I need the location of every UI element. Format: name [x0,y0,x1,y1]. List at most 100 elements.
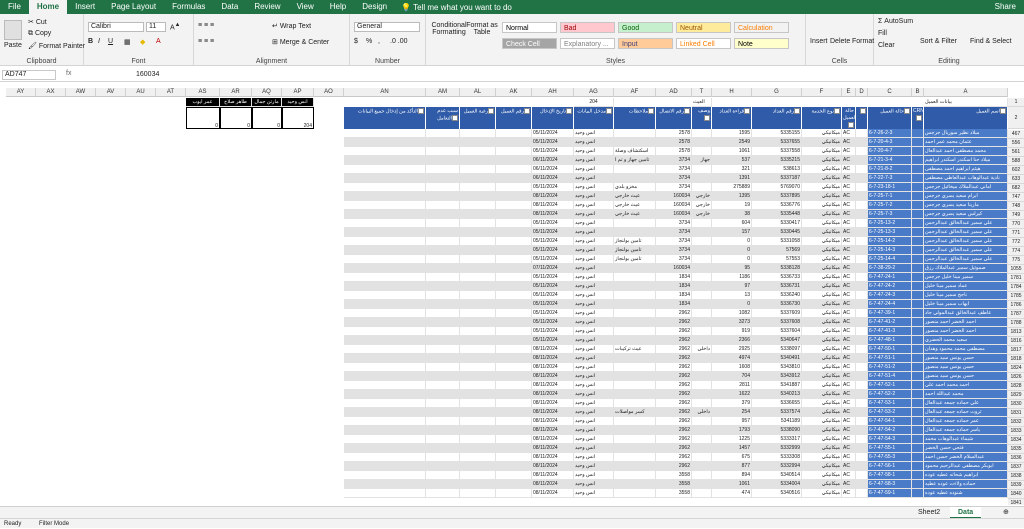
cell-AH-r35[interactable]: 08/11/2024 [532,444,574,453]
cell-AH-r7[interactable]: 08/11/2024 [532,192,574,201]
cell-AD-r22[interactable]: 2962 [656,327,692,336]
cell-AF-r8[interactable]: عيث خارجي [614,201,656,210]
cell-AL-r17[interactable] [460,282,496,291]
cell-A-r27[interactable]: حسن يونس سيد منصور [924,372,1008,381]
cell-H-r8[interactable]: 19 [712,201,752,210]
cell-D-r34[interactable] [856,435,868,444]
cell-AL-r34[interactable] [460,435,496,444]
cell-D-r14[interactable] [856,255,868,264]
borders-icon[interactable]: ▦ [124,38,131,46]
cell-AK-r23[interactable] [496,336,532,345]
cell-AK-r29[interactable] [496,390,532,399]
cell-AF-r36[interactable] [614,453,656,462]
cell-AG-r9[interactable]: انس وحيد [574,210,614,219]
cell-AL-r11[interactable] [460,228,496,237]
cell-AL-r38[interactable] [460,471,496,480]
row-header-774[interactable]: 774 [1008,247,1024,256]
cell-AK-r5[interactable] [496,174,532,183]
cell-C-r8[interactable]: 6-7-25-7-2 [868,201,912,210]
cell-A-r16[interactable]: سمير مينا خليل جرجس [924,273,1008,282]
cell-AF-r37[interactable] [614,462,656,471]
summary-value-AR[interactable]: 0 [220,107,252,129]
cell-E-r17[interactable]: AC [842,282,856,291]
cell-AG-r35[interactable]: انس وحيد [574,444,614,453]
tab-page-layout[interactable]: Page Layout [103,0,164,14]
cell-T-r9[interactable]: خارجي [692,210,712,219]
cell-AN-r24[interactable] [344,345,426,354]
row-header-771[interactable]: 771 [1008,229,1024,238]
cell-B-r32[interactable] [912,417,924,426]
cell-G-r33[interactable]: 5338090 [752,426,802,435]
cell-AH-r3[interactable]: 06/11/2024 [532,156,574,165]
style-note[interactable]: Note [734,38,789,49]
col-header-AD[interactable]: AD [656,88,692,97]
cell-G-r13[interactable]: 57569 [752,246,802,255]
cell-AH-r4[interactable]: 06/11/2024 [532,165,574,174]
cell-C-r7[interactable]: 6-7-25-7-1 [868,192,912,201]
cell-B-r17[interactable] [912,282,924,291]
cell-T-r31[interactable]: داخلي [692,408,712,417]
cell-A-r13[interactable]: علي سمير عبدالخالق عبدالرحمن [924,246,1008,255]
cell-T-r8[interactable]: خارجي [692,201,712,210]
cell-A-r25[interactable]: حسن يونس سيد منصور [924,354,1008,363]
cell-H-r18[interactable]: 13 [712,291,752,300]
cell-AH-r18[interactable]: 05/11/2024 [532,291,574,300]
cell-C-r28[interactable]: 6-7-47-52-1 [868,381,912,390]
cell-AG-r10[interactable]: انس وحيد [574,219,614,228]
col-header-B[interactable]: B [912,88,924,97]
cell-D-r18[interactable] [856,291,868,300]
cell-A-r34[interactable]: شيماء عبدالوهاب محمد [924,435,1008,444]
cell-AL-r7[interactable] [460,192,496,201]
cell-B-r23[interactable] [912,336,924,345]
cell-D-r11[interactable] [856,228,868,237]
header-AL[interactable]: رغبة العميل [460,107,495,129]
cell-AM-r33[interactable] [426,426,460,435]
cell-G-r20[interactable]: 5337609 [752,309,802,318]
cell-AM-r19[interactable] [426,300,460,309]
cell-AH-r0[interactable]: 05/11/2024 [532,129,574,138]
cell-H-r16[interactable]: 1186 [712,273,752,282]
filter-icon[interactable] [648,108,654,114]
cell-AF-r11[interactable] [614,228,656,237]
cell-T-r24[interactable]: داخلي [692,345,712,354]
cell-AM-r28[interactable] [426,381,460,390]
cell-T-r11[interactable] [692,228,712,237]
cell-B-r37[interactable] [912,462,924,471]
cell-AF-r6[interactable]: مخزو بلدي [614,183,656,192]
row-header-1816[interactable]: 1816 [1008,337,1024,346]
cell-C-r3[interactable]: 6-7-21-3-4 [868,156,912,165]
cell-B-r3[interactable] [912,156,924,165]
cell-C-r22[interactable]: 6-7-47-41-3 [868,327,912,336]
row-header-748[interactable]: 748 [1008,202,1024,211]
cell-B-r1[interactable] [912,138,924,147]
cell-AH-r25[interactable]: 08/11/2024 [532,354,574,363]
cell-F-r29[interactable]: ميكانيكي [802,390,842,399]
col-header-F[interactable]: F [802,88,842,97]
cell-F-r19[interactable]: ميكانيكي [802,300,842,309]
cell-A-r19[interactable]: ايهاب سمير مينا خليل [924,300,1008,309]
filter-icon[interactable] [606,108,612,114]
cell-G-r3[interactable]: 5335215 [752,156,802,165]
cell-G-r21[interactable]: 5337608 [752,318,802,327]
cell-B-r28[interactable] [912,381,924,390]
worksheet-grid[interactable]: A B C D E F G H T AD AF AG AH AK AL AM AN AO AP AQ AR AS AT AU A… [0,88,1024,505]
cell-E-r36[interactable]: AC [842,453,856,462]
cell-AH-r34[interactable]: 08/11/2024 [532,435,574,444]
cell-AD-r19[interactable]: 1834 [656,300,692,309]
cell-G-r22[interactable]: 5337604 [752,327,802,336]
cell-C-r30[interactable]: 6-7-47-53-1 [868,399,912,408]
cell-AH-r36[interactable]: 08/11/2024 [532,453,574,462]
cell-F-r2[interactable]: ميكانيكي [802,147,842,156]
cell-AN-r4[interactable] [344,165,426,174]
cell-E-r30[interactable]: AC [842,399,856,408]
cell-AF-r34[interactable] [614,435,656,444]
cell-AH-r32[interactable]: 08/11/2024 [532,417,574,426]
cell-F-r33[interactable]: ميكانيكي [802,426,842,435]
cell-C-r36[interactable]: 6-7-47-55-3 [868,453,912,462]
cell-AH-r39[interactable]: 08/11/2024 [532,480,574,489]
cell-AK-r4[interactable] [496,165,532,174]
cell-AD-r23[interactable]: 2962 [656,336,692,345]
cell-AL-r4[interactable] [460,165,496,174]
col-header-AX[interactable]: AX [36,88,66,97]
cell-T-r17[interactable] [692,282,712,291]
